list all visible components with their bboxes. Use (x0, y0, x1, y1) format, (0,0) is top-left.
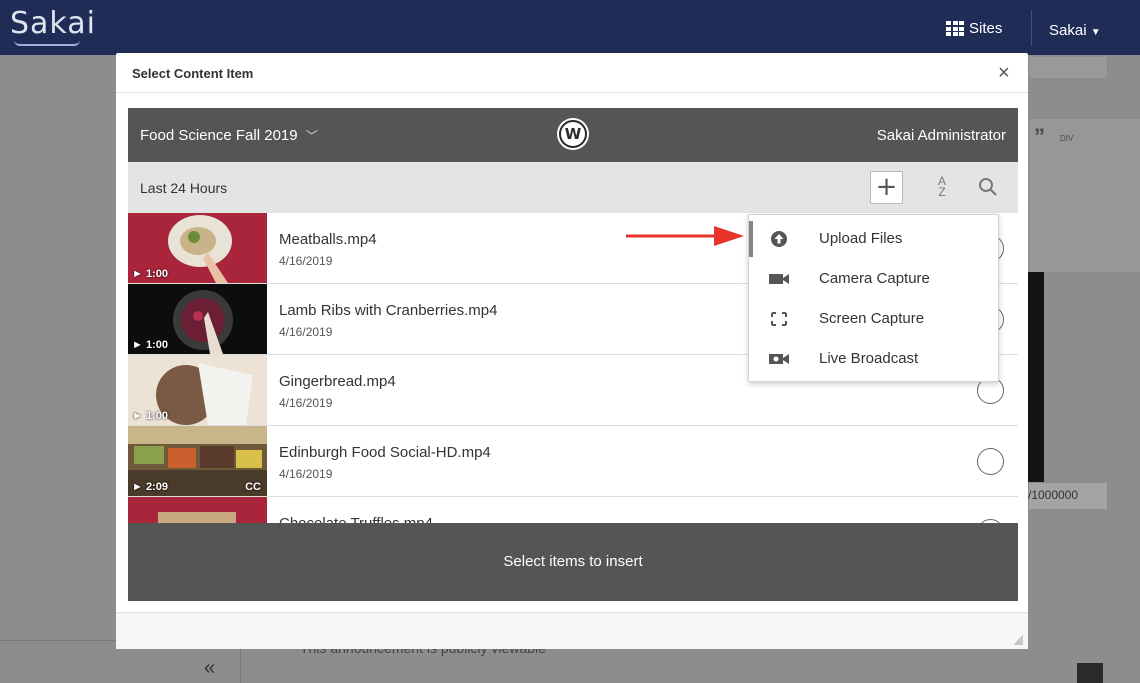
broadcast-icon (769, 354, 789, 364)
sites-label: Sites (969, 20, 1003, 37)
media-date: 4/16/2019 (279, 325, 333, 339)
duration-label: ► 2:09 (132, 481, 168, 493)
picker-user: Sakai Administrator (876, 127, 1006, 144)
picker-toolbar: Last 24 Hours + A Z (128, 162, 1018, 213)
media-date: 4/16/2019 (279, 254, 333, 268)
user-menu[interactable]: Sakai ▼ (1049, 22, 1101, 39)
bg-input-box (1028, 57, 1108, 79)
bg-div-glyph: DIV (1060, 134, 1074, 143)
bg-people-icon (1077, 663, 1103, 683)
modal-footer (116, 613, 1028, 649)
media-title: Meatballs.mp4 (279, 231, 377, 248)
duration-label: ► 1:00 (132, 410, 168, 422)
media-title: Edinburgh Food Social-HD.mp4 (279, 444, 491, 461)
course-selector[interactable]: Food Science Fall 2019 ﹀ (140, 127, 318, 144)
course-label: Food Science Fall 2019 (140, 127, 298, 144)
search-icon[interactable] (977, 176, 999, 198)
modal-title: Select Content Item (132, 66, 254, 81)
menu-item-live-broadcast[interactable]: Live Broadcast (749, 340, 998, 378)
thumbnail-lamb-ribs[interactable]: ► 1:00 (128, 284, 267, 354)
close-icon[interactable]: × (998, 62, 1010, 85)
sites-button[interactable]: Sites (946, 20, 1002, 37)
thumbnail-gingerbread[interactable]: ► 1:00 (128, 355, 267, 425)
bg-counter: /1000000 (1028, 488, 1079, 502)
sort-bottom-letter: Z (938, 185, 946, 199)
select-radio[interactable] (977, 448, 1004, 475)
sort-az-icon[interactable]: A Z (929, 175, 955, 202)
media-title: Lamb Ribs with Cranberries.mp4 (279, 302, 498, 319)
caret-down-icon: ▼ (1090, 27, 1101, 38)
modal-header: Select Content Item × (116, 53, 1028, 93)
camera-icon (769, 274, 789, 284)
add-media-menu: Upload Files Camera Capture Screen Captu… (748, 214, 999, 382)
media-date: 4/16/2019 (279, 467, 333, 481)
menu-item-label: Live Broadcast (819, 350, 919, 367)
closed-caption-badge: CC (245, 481, 261, 493)
media-date: 4/16/2019 (279, 396, 333, 410)
time-filter[interactable]: Last 24 Hours (140, 180, 227, 196)
bg-editor-content (1028, 272, 1044, 482)
duration-label: ► 1:00 (132, 268, 168, 280)
menu-item-label: Camera Capture (819, 270, 930, 287)
bg-quote-glyph: ” (1034, 124, 1045, 149)
add-media-button[interactable]: + (870, 171, 903, 204)
menu-item-label: Screen Capture (819, 310, 925, 327)
sakai-logo[interactable]: Sakai (10, 6, 96, 41)
logo-swoosh (14, 40, 80, 46)
media-row[interactable]: ► 2:09 CC Edinburgh Food Social-HD.mp4 4… (128, 426, 1018, 497)
menu-item-upload-files[interactable]: Upload Files (749, 220, 998, 258)
collapse-icon[interactable]: « (204, 657, 215, 680)
thumbnail-edinburgh[interactable]: ► 2:09 CC (128, 426, 267, 496)
screen-capture-icon (771, 312, 787, 326)
warpwire-logo-icon: W (559, 120, 587, 148)
picker-header: Food Science Fall 2019 ﹀ W Sakai Adminis… (128, 108, 1018, 162)
upload-icon (771, 231, 787, 247)
menu-item-camera-capture[interactable]: Camera Capture (749, 260, 998, 298)
topbar-divider (1031, 10, 1032, 46)
insert-button[interactable]: Select items to insert (128, 523, 1018, 601)
menu-item-label: Upload Files (819, 230, 903, 247)
thumbnail-meatballs[interactable]: ► 1:00 (128, 213, 267, 283)
grid-icon (946, 21, 964, 36)
top-bar: Sakai Sites Sakai ▼ (0, 0, 1140, 55)
user-menu-label: Sakai (1049, 22, 1087, 39)
resize-handle-icon[interactable] (1013, 635, 1023, 645)
duration-label: ► 1:00 (132, 339, 168, 351)
menu-item-screen-capture[interactable]: Screen Capture (749, 300, 998, 338)
red-arrow-icon (626, 226, 744, 246)
chevron-down-icon: ﹀ (305, 129, 318, 143)
media-title: Gingerbread.mp4 (279, 373, 396, 390)
